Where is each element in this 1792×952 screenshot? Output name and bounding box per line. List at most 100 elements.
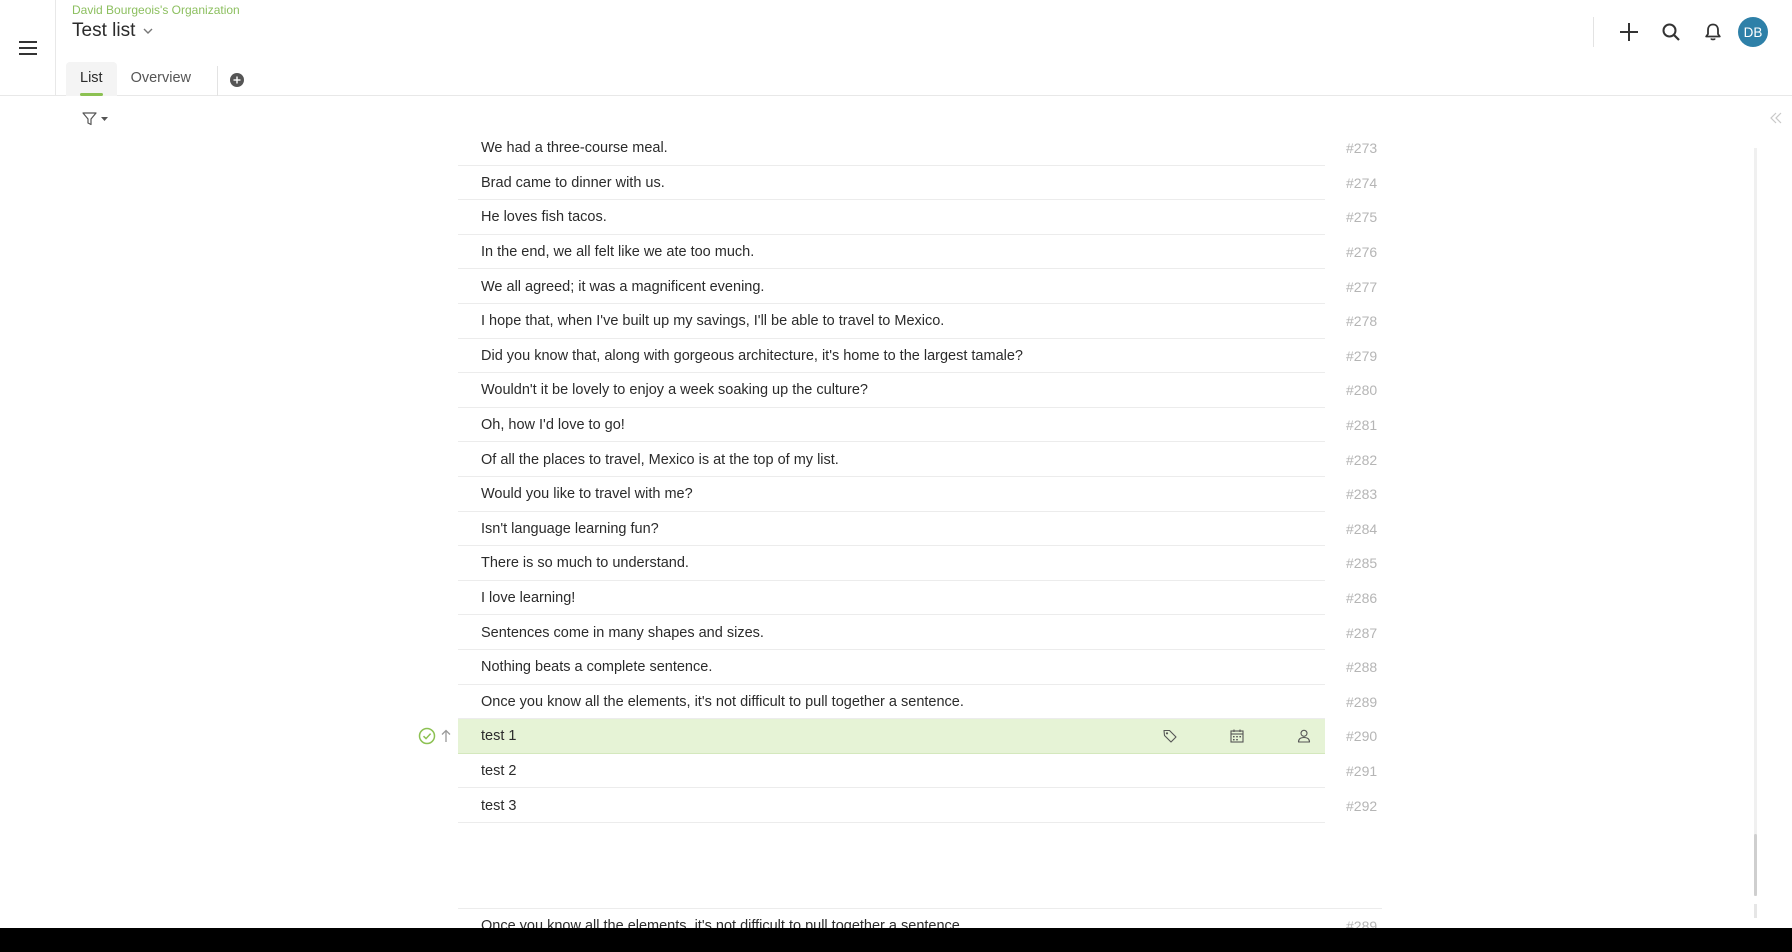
hamburger-menu-icon [18, 41, 37, 55]
list-item-text[interactable]: test 1 [481, 728, 516, 744]
bottom-black-bar [0, 928, 1792, 952]
bell-icon [1705, 23, 1721, 41]
list-item-text[interactable]: We had a three-course meal. [481, 140, 668, 156]
list-item-number: #273 [1346, 140, 1378, 157]
move-to-top-button[interactable] [440, 729, 452, 743]
collapse-panel-button[interactable] [1770, 111, 1782, 129]
list-item-number: #276 [1346, 244, 1378, 261]
list-item-text[interactable]: Did you know that, along with gorgeous a… [481, 348, 1023, 364]
tab-overview[interactable]: Overview [117, 62, 205, 96]
list-item[interactable]: test 3 #292 [458, 788, 1382, 823]
list-item-text[interactable]: test 3 [481, 798, 516, 814]
list-item-text[interactable]: Wouldn't it be lovely to enjoy a week so… [481, 382, 868, 398]
add-view-button[interactable] [230, 62, 245, 96]
list-item-text[interactable]: Of all the places to travel, Mexico is a… [481, 452, 839, 468]
list-item-text[interactable]: Oh, how I'd love to go! [481, 417, 625, 433]
filter-button[interactable] [82, 112, 108, 126]
list-item-text[interactable]: I love learning! [481, 590, 575, 606]
list-item-text[interactable]: I hope that, when I've built up my savin… [481, 313, 944, 329]
double-chevron-left-icon [1770, 112, 1782, 124]
list-item-number: #280 [1346, 382, 1378, 399]
add-tag-button[interactable] [1158, 724, 1182, 748]
list-item-text[interactable]: Isn't language learning fun? [481, 521, 659, 537]
search-button[interactable] [1650, 11, 1692, 53]
list-item-number: #291 [1346, 762, 1378, 779]
complete-task-button[interactable] [418, 727, 436, 745]
plus-icon [1620, 23, 1638, 41]
scrollbar-thumb[interactable] [1754, 834, 1757, 896]
list-item-background [458, 581, 1325, 616]
notifications-button[interactable] [1692, 11, 1734, 53]
header-divider [1593, 17, 1594, 47]
list-item[interactable]: test 1 #290 [458, 719, 1382, 754]
list-item-background [458, 788, 1325, 823]
filter-icon [82, 112, 97, 126]
list-item[interactable]: Wouldn't it be lovely to enjoy a week so… [458, 373, 1382, 408]
list-item-text[interactable]: Brad came to dinner with us. [481, 175, 665, 191]
tab-list[interactable]: List [66, 62, 117, 96]
header-actions: DB [1593, 0, 1792, 64]
list-item[interactable]: Oh, how I'd love to go! #281 [458, 408, 1382, 443]
list-item[interactable]: Did you know that, along with gorgeous a… [458, 339, 1382, 374]
app-header: David Bourgeois's Organization Test list… [0, 0, 1792, 96]
list-item-text[interactable]: test 2 [481, 763, 516, 779]
list-scrollbar[interactable] [1754, 148, 1757, 896]
tag-icon [1163, 730, 1177, 743]
user-icon [1297, 730, 1311, 743]
list-item[interactable]: test 2 #291 [458, 754, 1382, 789]
list-item[interactable]: I hope that, when I've built up my savin… [458, 304, 1382, 339]
list-item-number: #279 [1346, 347, 1378, 364]
list-item-number: #275 [1346, 209, 1378, 226]
assign-user-button[interactable] [1292, 724, 1316, 748]
user-avatar[interactable]: DB [1738, 17, 1768, 47]
list-item[interactable]: There is so much to understand. #285 [458, 546, 1382, 581]
list-item-text[interactable]: He loves fish tacos. [481, 209, 607, 225]
list-item[interactable]: Nothing beats a complete sentence. #288 [458, 650, 1382, 685]
scrollbar-end [1754, 904, 1757, 918]
task-list: We had a three-course meal. #273 Brad came… [458, 131, 1382, 823]
organization-name[interactable]: David Bourgeois's Organization [72, 3, 240, 17]
list-item[interactable]: Brad came to dinner with us. #274 [458, 166, 1382, 201]
caret-down-icon [101, 117, 108, 121]
list-item[interactable]: We all agreed; it was a magnificent even… [458, 269, 1382, 304]
list-item-number: #277 [1346, 278, 1378, 295]
page-title: Test list [72, 20, 136, 41]
list-title-dropdown[interactable]: Test list [72, 20, 153, 42]
list-item-background [458, 754, 1325, 789]
list-item-number: #285 [1346, 555, 1378, 572]
list-item-number: #289 [1346, 693, 1378, 710]
list-item-text[interactable]: We all agreed; it was a magnificent even… [481, 279, 764, 295]
list-item-number: #290 [1346, 728, 1378, 745]
list-item-number: #287 [1346, 624, 1378, 641]
search-icon [1662, 23, 1680, 41]
add-circle-icon [230, 73, 245, 87]
list-item[interactable]: I love learning! #286 [458, 581, 1382, 616]
list-item[interactable]: Would you like to travel with me? #283 [458, 477, 1382, 512]
list-item[interactable]: Isn't language learning fun? #284 [458, 512, 1382, 547]
list-item-text[interactable]: Nothing beats a complete sentence. [481, 659, 712, 675]
list-item-number: #286 [1346, 590, 1378, 607]
list-item-text[interactable]: There is so much to understand. [481, 555, 689, 571]
list-item[interactable]: Of all the places to travel, Mexico is a… [458, 442, 1382, 477]
row-hover-controls [418, 727, 452, 745]
list-item-text[interactable]: In the end, we all felt like we ate too … [481, 244, 754, 260]
list-item-number: #282 [1346, 451, 1378, 468]
list-item-number: #283 [1346, 486, 1378, 503]
chevron-down-icon [143, 28, 153, 34]
list-item-number: #278 [1346, 313, 1378, 330]
list-item-text[interactable]: Once you know all the elements, it's not… [481, 694, 964, 710]
list-item-text[interactable]: Sentences come in many shapes and sizes. [481, 625, 764, 641]
list-item[interactable]: Once you know all the elements, it's not… [458, 685, 1382, 720]
main-menu-button[interactable] [0, 0, 56, 96]
list-item[interactable]: In the end, we all felt like we ate too … [458, 235, 1382, 270]
view-tabs: List Overview [66, 62, 245, 96]
add-button[interactable] [1608, 11, 1650, 53]
list-item-text[interactable]: Would you like to travel with me? [481, 486, 693, 502]
arrow-up-icon [441, 729, 451, 743]
list-item[interactable]: He loves fish tacos. #275 [458, 200, 1382, 235]
list-item-number: #288 [1346, 659, 1378, 676]
list-item[interactable]: Sentences come in many shapes and sizes.… [458, 615, 1382, 650]
list-item[interactable]: We had a three-course meal. #273 [458, 131, 1382, 166]
set-due-date-button[interactable] [1225, 724, 1249, 748]
list-item-actions [1158, 719, 1318, 754]
